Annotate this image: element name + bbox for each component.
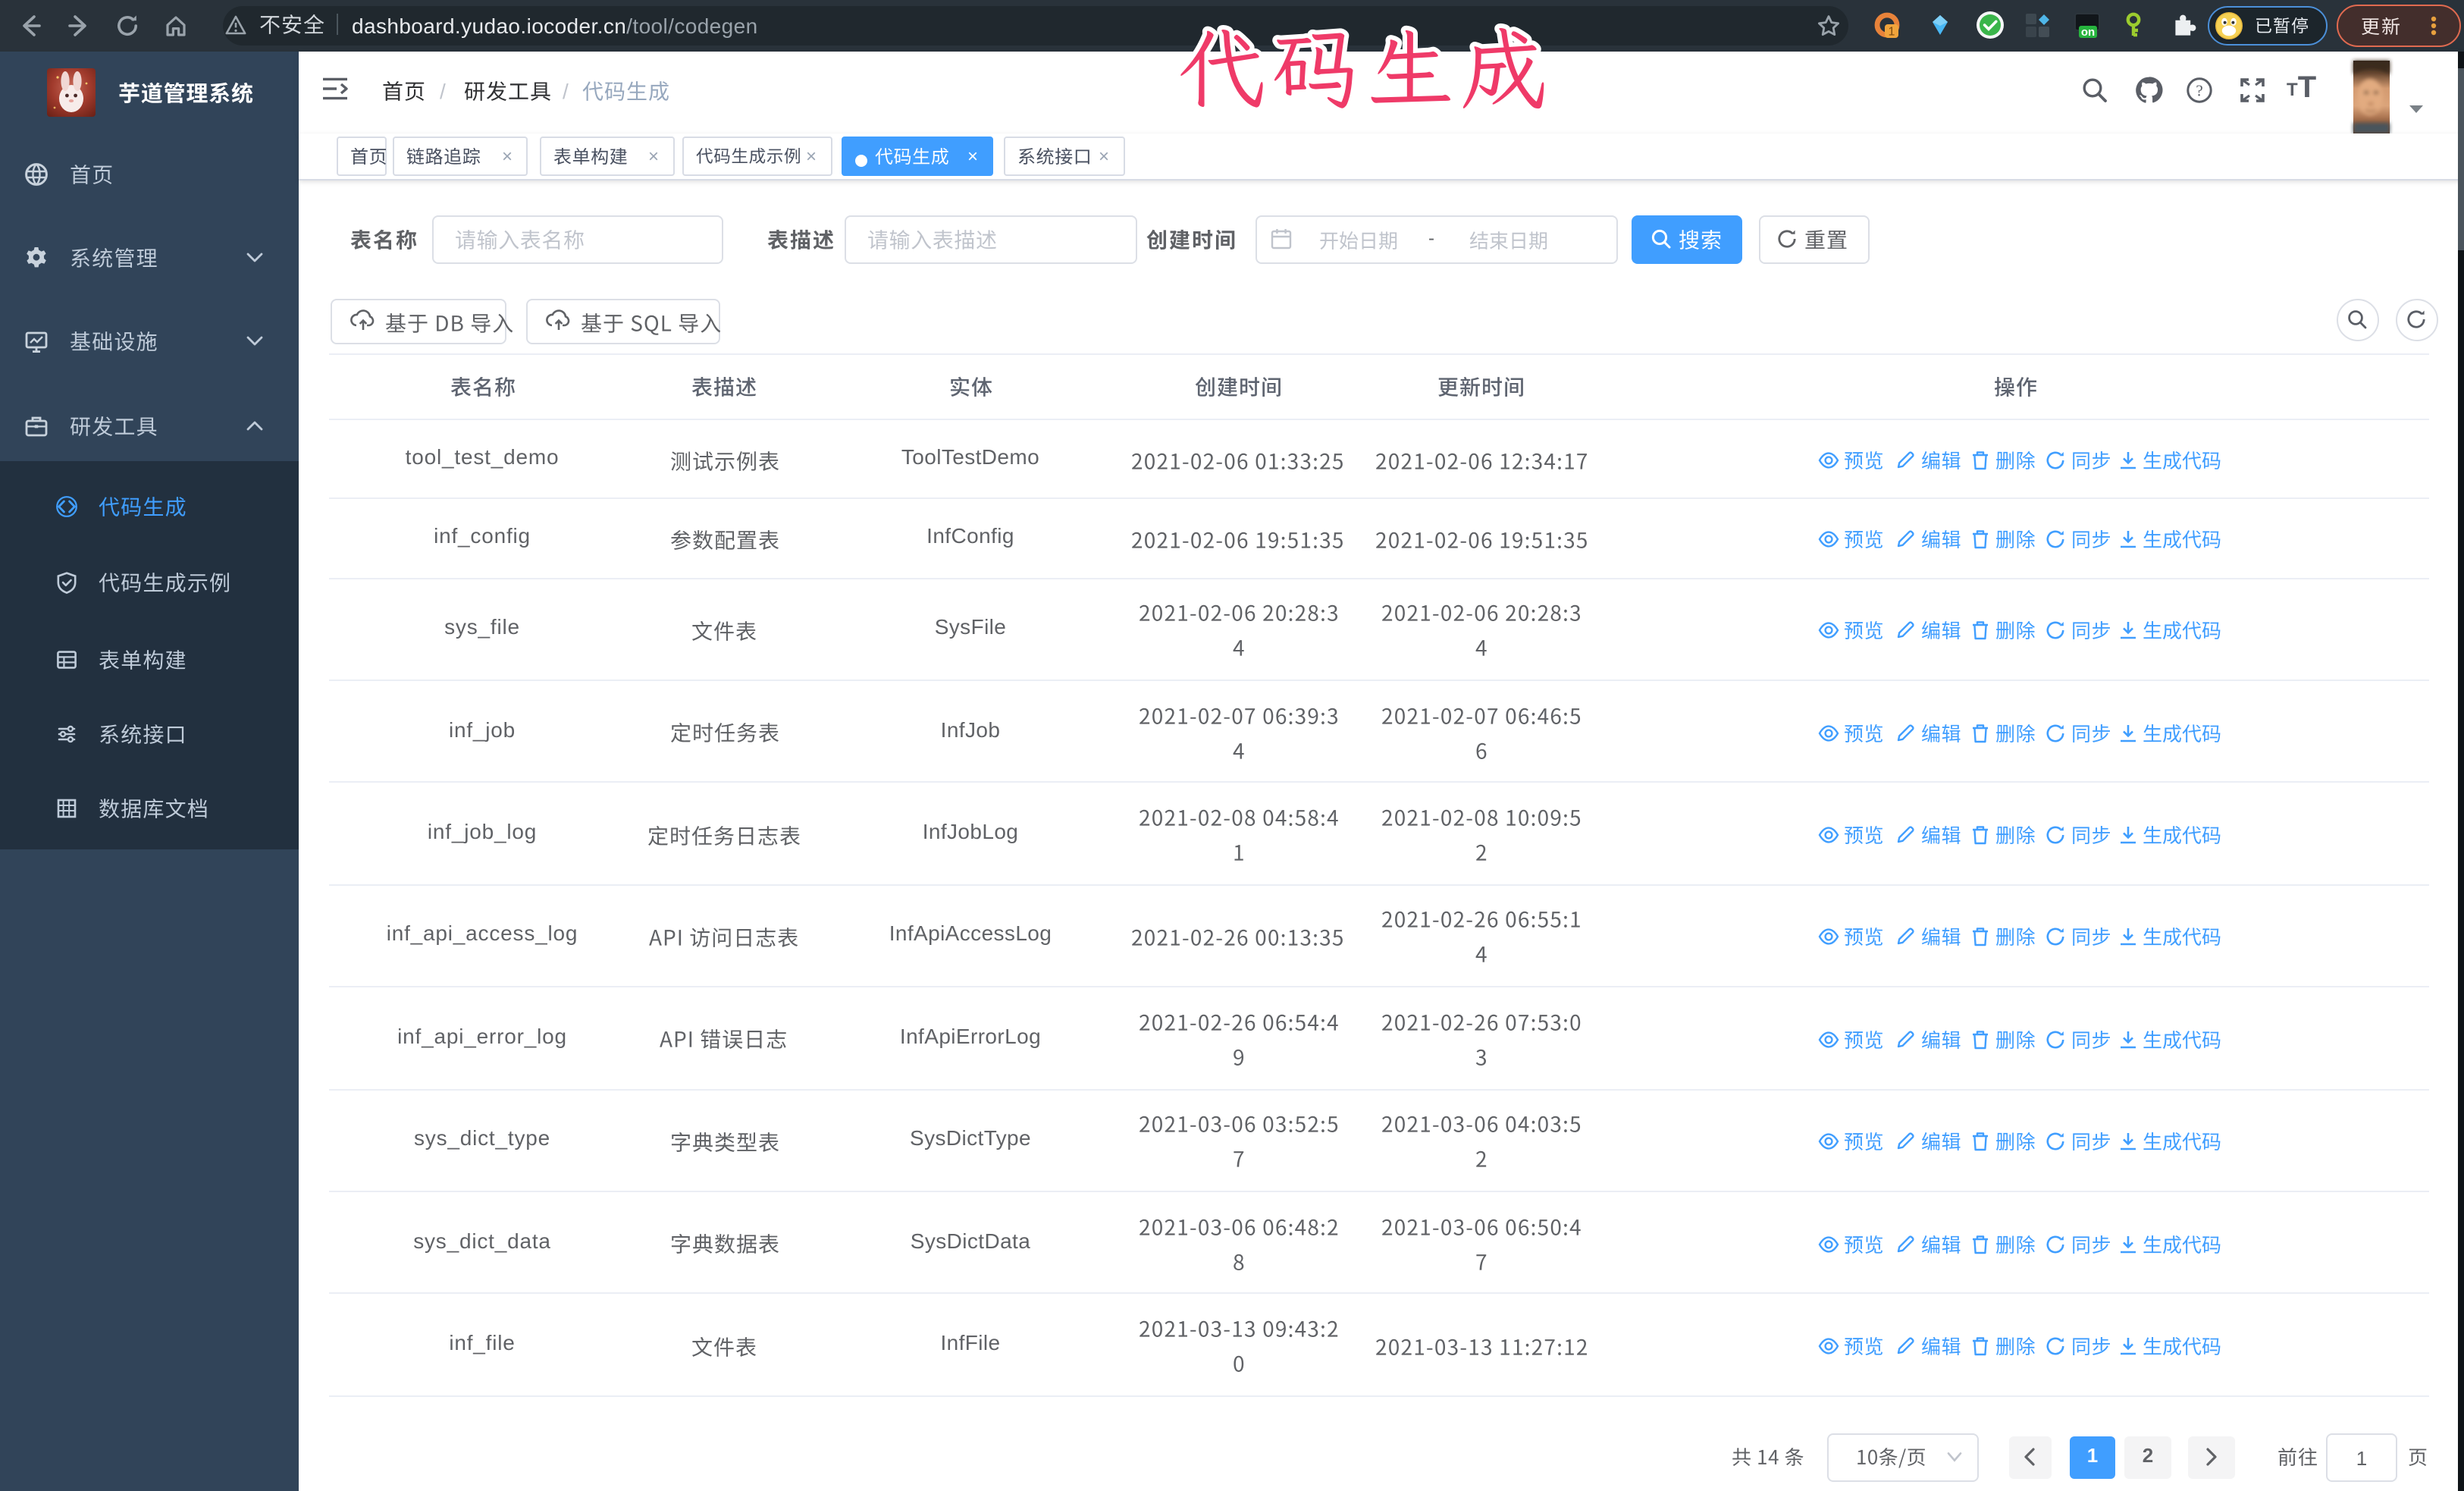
svg-text:?: ? — [2196, 81, 2202, 99]
svg-text:1: 1 — [1889, 25, 1895, 38]
svg-text:on: on — [2081, 26, 2095, 39]
